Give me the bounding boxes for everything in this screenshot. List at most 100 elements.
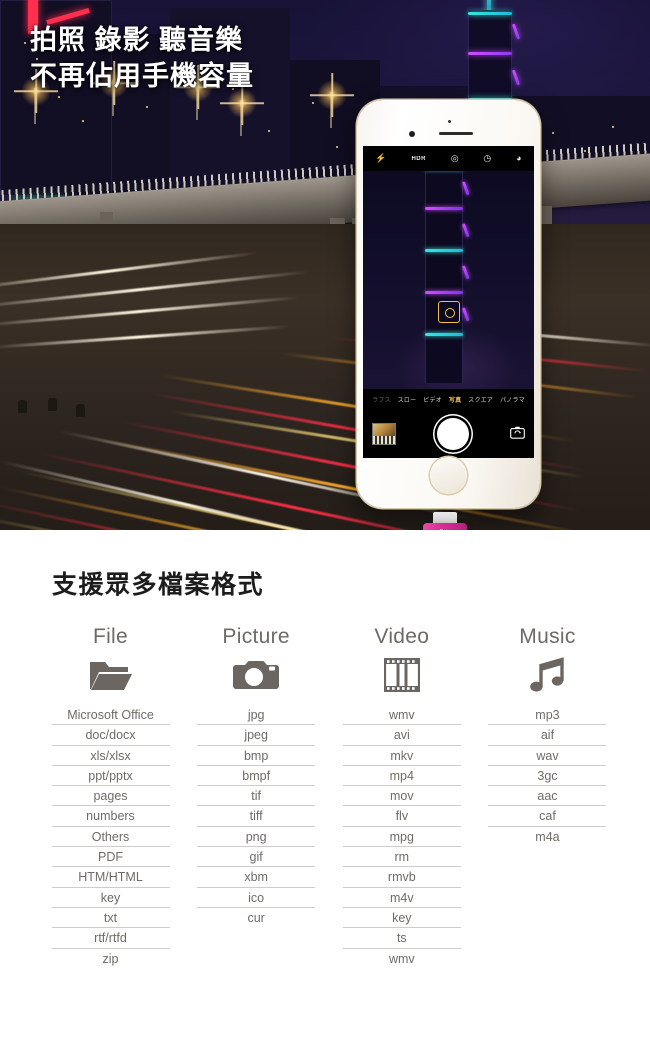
format-item: ts <box>342 928 461 949</box>
format-columns: File Microsoft Office doc/docx xls/xlsx … <box>48 625 610 969</box>
format-item: tiff <box>197 806 316 827</box>
headline-line-2: 不再佔用手機容量 <box>30 61 254 92</box>
format-item: jpg <box>197 705 316 726</box>
live-photo-icon[interactable]: ◎ <box>451 154 459 163</box>
film-icon <box>383 655 420 695</box>
format-item: xls/xlsx <box>51 746 170 766</box>
proximity-sensor-icon <box>447 120 451 123</box>
camera-mode-slomo[interactable]: スロー <box>398 395 417 404</box>
folder-icon <box>89 655 133 695</box>
format-item: Others <box>51 827 170 848</box>
camera-mode-selector[interactable]: ラプス スロー ビデオ 写真 スクエア パノラマ <box>363 389 534 409</box>
format-list-music: mp3 aif wav 3gc aac caf m4a <box>488 705 607 847</box>
format-list-file: Microsoft Office doc/docx xls/xlsx ppt/p… <box>51 705 170 969</box>
timer-icon[interactable]: ◷ <box>483 154 491 163</box>
photo-library-thumbnail[interactable] <box>372 422 396 445</box>
format-item: mkv <box>342 746 461 766</box>
format-item: wav <box>488 746 607 766</box>
format-item: mpg <box>342 827 461 848</box>
format-list-picture: jpg jpeg bmp bmpf tif tiff png gif xbm i… <box>197 705 316 928</box>
hdr-icon[interactable]: HDR <box>411 156 426 162</box>
rider <box>76 404 85 417</box>
camera-mode-pano[interactable]: パノラマ <box>500 395 525 404</box>
format-item: m4v <box>342 888 461 908</box>
format-item: aac <box>488 786 607 807</box>
usb-brand-top: uDrive 16GB <box>423 529 467 530</box>
filters-icon[interactable]: ◕ <box>516 154 521 163</box>
music-note-icon <box>528 655 566 695</box>
roadway <box>0 224 650 530</box>
column-title-music: Music <box>519 625 576 648</box>
format-item: numbers <box>51 806 170 827</box>
format-item: 3gc <box>488 766 607 787</box>
format-column-file: File Microsoft Office doc/docx xls/xlsx … <box>48 625 173 969</box>
camera-top-toolbar: ⚡ HDR ◎ ◷ ◕ <box>363 146 534 171</box>
format-item: mp4 <box>342 766 461 787</box>
hero-headline: 拍照 錄影 聽音樂 不再佔用手機容量 <box>30 22 254 95</box>
format-item: png <box>197 827 316 848</box>
usb-brand-name: uDrive <box>437 529 454 530</box>
phone-screen: ⚡ HDR ◎ ◷ ◕ ラプス スロー ビデオ 写真 スクエア パノラマ <box>363 146 534 458</box>
column-title-picture: Picture <box>222 625 290 648</box>
usb-drive-body: uDrive 16GB TENQ USB 3.0 <box>423 523 467 530</box>
camera-mode-video[interactable]: ビデオ <box>423 395 442 404</box>
format-column-video: Video wmv avi mkv mp4 mov flv mpg rm rmv… <box>339 625 464 969</box>
camera-bottom-bar <box>363 409 534 458</box>
column-title-video: Video <box>374 625 430 648</box>
format-item: key <box>51 888 170 908</box>
format-item: doc/docx <box>51 725 170 746</box>
format-item: HTM/HTML <box>51 867 170 888</box>
viewfinder-tower <box>425 171 470 383</box>
section-title: 支援眾多檔案格式 <box>52 571 265 599</box>
format-list-video: wmv avi mkv mp4 mov flv mpg rm rmvb m4v … <box>342 705 461 969</box>
file-formats-section: 支援眾多檔案格式 File Microsoft Office doc/docx … <box>0 530 650 1040</box>
format-item: ico <box>197 888 316 908</box>
focus-indicator <box>437 301 460 323</box>
format-item: ppt/pptx <box>51 766 170 787</box>
format-item: pages <box>51 786 170 807</box>
format-item: caf <box>488 806 607 827</box>
format-item: PDF <box>51 847 170 868</box>
camera-mode-square[interactable]: スクエア <box>468 395 493 404</box>
format-item: cur <box>247 910 265 925</box>
format-item: m4a <box>535 829 560 844</box>
format-item: jpeg <box>197 725 316 746</box>
front-camera-icon <box>409 131 415 137</box>
format-item: bmpf <box>197 766 316 787</box>
format-item: rm <box>342 847 461 868</box>
headline-line-1: 拍照 錄影 聽音樂 <box>30 25 244 55</box>
format-item: zip <box>102 951 119 966</box>
flip-camera-icon[interactable] <box>510 426 525 441</box>
format-column-music: Music mp3 aif wav 3gc aac caf m4a <box>485 625 610 847</box>
iphone-device: ⚡ HDR ◎ ◷ ◕ ラプス スロー ビデオ 写真 スクエア パノラマ <box>357 100 540 508</box>
format-item: rmvb <box>342 867 461 888</box>
column-title-file: File <box>92 625 129 648</box>
format-item: flv <box>342 806 461 827</box>
earpiece-speaker <box>438 132 473 135</box>
camera-mode-timelapse[interactable]: ラプス <box>372 395 391 404</box>
format-item: Microsoft Office <box>51 705 170 726</box>
format-item: key <box>342 908 461 929</box>
format-item: mov <box>342 786 461 807</box>
camera-icon <box>233 655 280 695</box>
format-item: avi <box>342 725 461 746</box>
format-item: bmp <box>197 746 316 766</box>
rider <box>48 398 57 411</box>
format-item: rtf/rtfd <box>51 928 170 949</box>
format-item: gif <box>197 847 316 868</box>
format-column-picture: Picture jpg jpeg bmp bmpf tif tiff png g… <box>194 625 319 928</box>
format-item: xbm <box>197 867 316 888</box>
camera-viewfinder[interactable] <box>363 171 534 389</box>
format-item: wmv <box>342 705 461 726</box>
hero-banner: 拍照 錄影 聽音樂 不再佔用手機容量 ⚡ HDR ◎ ◷ ◕ ラプス スロー ビ… <box>0 0 650 530</box>
format-item: aif <box>488 725 607 746</box>
flash-off-icon[interactable]: ⚡ <box>375 154 386 163</box>
format-item: mp3 <box>488 705 607 726</box>
shutter-button[interactable] <box>437 417 469 450</box>
format-item: tif <box>197 786 316 807</box>
usb-flash-drive: uDrive 16GB TENQ USB 3.0 <box>419 512 471 530</box>
format-item: txt <box>51 908 170 929</box>
home-button[interactable] <box>430 457 467 494</box>
format-item: wmv <box>388 951 415 966</box>
camera-mode-photo[interactable]: 写真 <box>449 395 461 404</box>
